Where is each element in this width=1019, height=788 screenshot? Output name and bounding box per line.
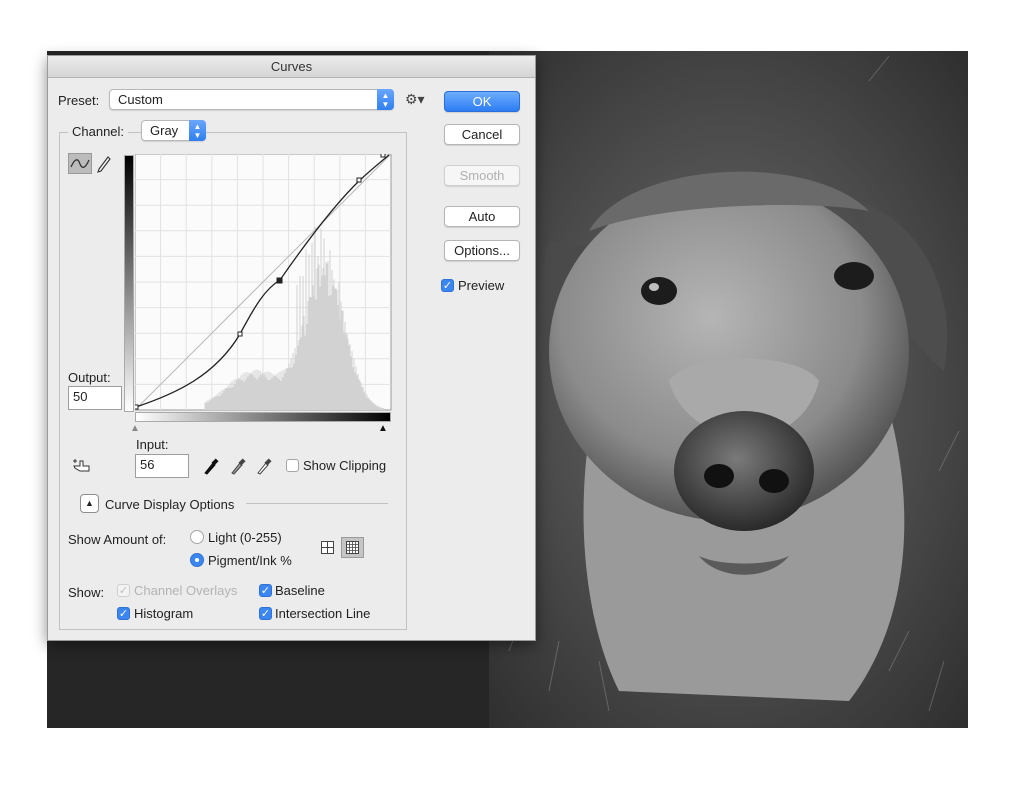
curve-point-selected (276, 277, 283, 284)
light-radio[interactable] (190, 530, 204, 544)
channel-stepper-icon: ▲ ▼ (189, 120, 206, 141)
channel-select[interactable]: Gray ▲ ▼ (141, 120, 206, 141)
intersection-line-checkbox[interactable]: ✓ (259, 607, 272, 620)
channel-value: Gray (150, 123, 179, 138)
intersection-line-label[interactable]: Intersection Line (275, 606, 370, 621)
preview-checkbox[interactable]: ✓ (441, 279, 454, 292)
white-point-slider-icon[interactable]: ▲ (130, 423, 140, 434)
input-field[interactable]: 56 (135, 454, 189, 478)
channel-overlays-label: Channel Overlays (134, 583, 238, 598)
gray-eyedropper-icon[interactable] (230, 457, 246, 475)
show-label: Show: (68, 585, 105, 600)
input-gradient-bar (135, 412, 391, 422)
dog-photo (489, 51, 968, 728)
show-clipping-checkbox[interactable] (286, 459, 299, 472)
curve-point (237, 331, 243, 337)
collapse-toggle-icon[interactable]: ▲ (80, 494, 99, 513)
grid-4-icon[interactable] (320, 540, 335, 555)
preset-label: Preset: (58, 93, 100, 108)
preview-label[interactable]: Preview (458, 278, 504, 293)
dialog-title[interactable]: Curves (48, 56, 535, 78)
auto-button[interactable]: Auto (444, 206, 520, 227)
curve-point (135, 404, 139, 410)
histogram-label[interactable]: Histogram (134, 606, 193, 621)
document-image (489, 51, 968, 728)
white-eyedropper-icon[interactable] (256, 457, 272, 475)
smooth-button: Smooth (444, 165, 520, 186)
curve-point (380, 154, 386, 158)
black-eyedropper-icon[interactable] (203, 457, 219, 475)
pigment-radio[interactable] (190, 553, 204, 567)
options-button[interactable]: Options... (444, 240, 520, 261)
light-option-label[interactable]: Light (0-255) (208, 530, 282, 545)
section-divider (246, 503, 388, 504)
grid-10-icon[interactable] (341, 537, 364, 558)
curves-dialog: Curves Preset: Custom ▲ ▼ ⚙▾ Channel: Gra… (47, 55, 536, 641)
baseline-checkbox[interactable]: ✓ (259, 584, 272, 597)
preset-select[interactable]: Custom ▲ ▼ (109, 89, 394, 110)
baseline-label[interactable]: Baseline (275, 583, 325, 598)
input-label: Input: (136, 437, 169, 452)
gear-icon[interactable]: ⚙▾ (405, 91, 425, 108)
pigment-option-label[interactable]: Pigment/Ink % (208, 553, 292, 568)
black-point-slider-icon[interactable]: ▲ (378, 423, 388, 434)
preset-stepper-icon: ▲ ▼ (377, 89, 394, 110)
output-field[interactable]: 50 (68, 386, 122, 410)
cancel-button[interactable]: Cancel (444, 124, 520, 145)
histogram-checkbox[interactable]: ✓ (117, 607, 130, 620)
curve-points-icon[interactable] (68, 153, 92, 174)
output-gradient-bar (124, 155, 134, 412)
pencil-icon[interactable] (95, 153, 113, 174)
show-amount-label: Show Amount of: (68, 532, 167, 547)
curve-point (356, 177, 362, 183)
output-label: Output: (68, 370, 111, 385)
ok-button[interactable]: OK (444, 91, 520, 112)
curve-graph[interactable] (135, 154, 393, 412)
hand-target-icon[interactable] (71, 457, 93, 475)
channel-label: Channel: (68, 124, 129, 139)
channel-overlays-checkbox: ✓ (117, 584, 130, 597)
show-clipping-label[interactable]: Show Clipping (303, 458, 386, 473)
curve-display-options-label[interactable]: Curve Display Options (105, 497, 234, 512)
preset-value: Custom (118, 92, 163, 107)
